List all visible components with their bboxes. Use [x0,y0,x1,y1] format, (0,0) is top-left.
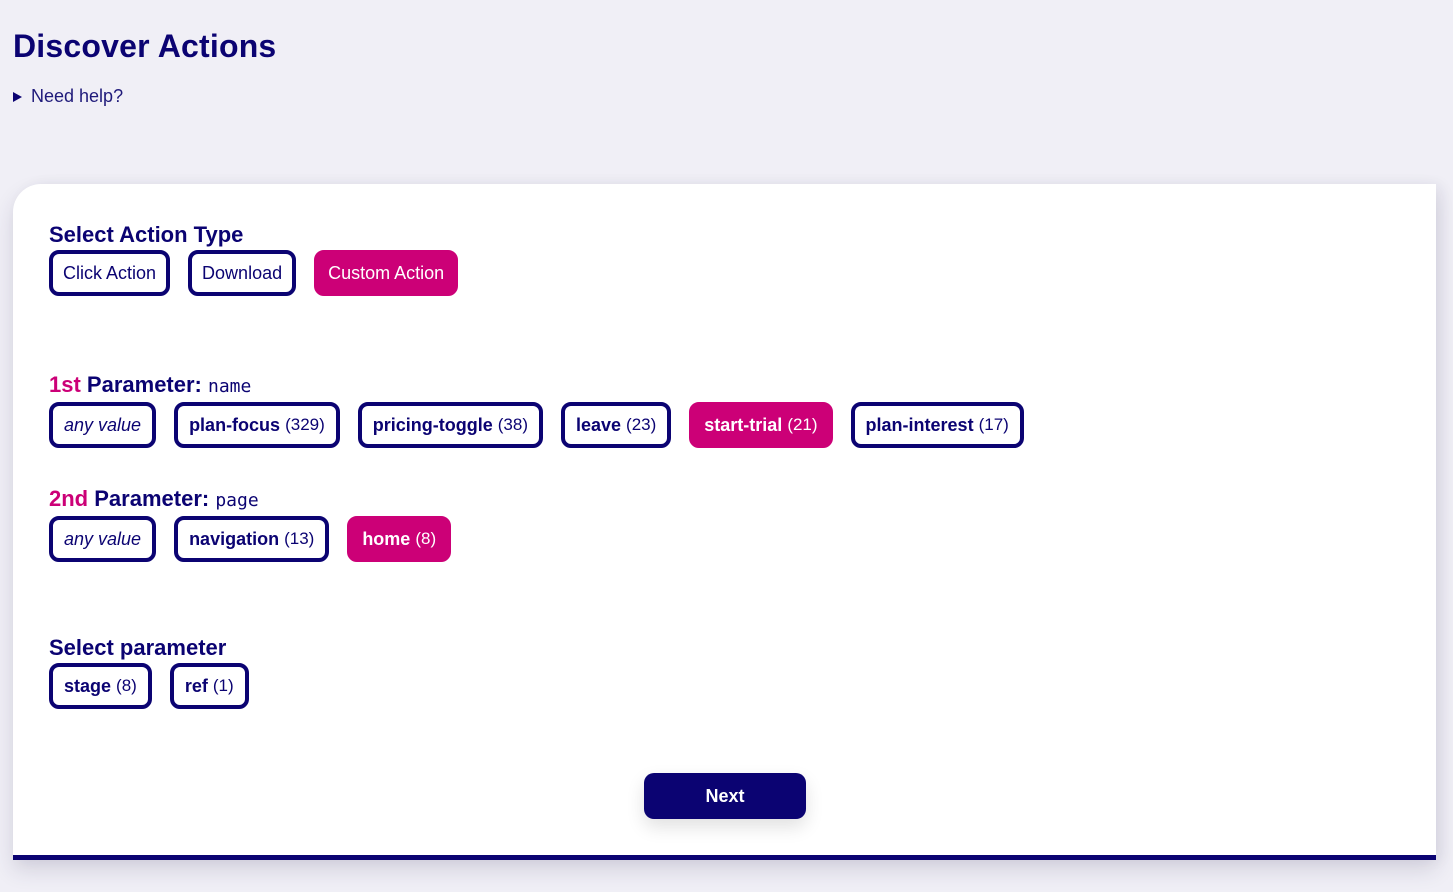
action-type-download-label: Download [202,262,283,283]
select-parameter-section: Select parameter stage (8) ref (1) [49,635,249,709]
select-parameter-options: stage (8) ref (1) [49,663,249,709]
option-count: (8) [415,529,437,548]
parameter-option[interactable]: ref (1) [169,663,249,709]
disclosure-triangle-icon [13,91,22,102]
action-type-custom-label: Custom Action [328,262,445,283]
action-type-custom[interactable]: Custom Action [314,250,459,296]
action-type-options: Click Action Download Custom Action [49,250,459,296]
need-help-toggle[interactable]: Need help? [13,86,123,107]
param1-ordinal: 1st [49,372,81,397]
option-label: navigation [189,528,280,549]
any-value-label: any value [64,528,142,549]
param1-option[interactable]: pricing-toggle (38) [357,402,543,448]
option-label: leave [576,414,622,435]
parameter-option[interactable]: stage (8) [49,663,152,709]
param2-ordinal: 2nd [49,486,89,511]
param1-heading: Parameter: [86,372,202,397]
param1-any-value[interactable]: any value [49,402,157,448]
option-count: (17) [978,415,1009,434]
action-type-title: Select Action Type [49,222,244,247]
action-builder-card: Select Action Type Click Action Download… [13,184,1436,860]
option-count: (329) [285,415,325,434]
param2-option[interactable]: navigation (13) [174,516,330,562]
action-type-click[interactable]: Click Action [49,250,171,296]
page-title: Discover Actions [13,28,277,64]
next-button[interactable]: Next [644,773,806,819]
param2-name: page [215,490,259,511]
param2-title: 2nd Parameter: page [49,486,451,514]
action-type-download[interactable]: Download [188,250,297,296]
action-type-section: Select Action Type Click Action Download… [49,222,459,296]
need-help-label: Need help? [31,86,124,106]
param2-section: 2nd Parameter: page any value navigation… [49,486,452,562]
option-label: pricing-toggle [372,414,493,435]
param1-option[interactable]: plan-focus (329) [174,402,340,448]
select-parameter-title: Select parameter [49,635,227,660]
param1-title: 1st Parameter: name [49,372,1024,400]
param1-options: any value plan-focus (329) pricing-toggl… [49,402,1024,448]
param2-any-value[interactable]: any value [49,516,157,562]
param1-name: name [208,376,252,397]
param2-options: any value navigation (13) home (8) [49,516,452,562]
option-count: (1) [212,676,234,695]
param2-heading: Parameter: [94,486,210,511]
action-type-click-label: Click Action [63,262,157,283]
option-label: home [362,528,411,549]
param1-option[interactable]: plan-interest (17) [850,402,1024,448]
param2-option-selected[interactable]: home (8) [347,516,452,562]
option-label: plan-focus [189,414,281,435]
param1-section: 1st Parameter: name any value plan-focus… [49,372,1024,448]
option-label: start-trial [704,414,783,435]
any-value-label: any value [64,414,142,435]
option-label: stage [64,675,112,696]
option-count: (8) [116,676,137,695]
option-count: (23) [626,415,657,434]
param1-option-selected[interactable]: start-trial (21) [689,402,833,448]
param1-option[interactable]: leave (23) [561,402,672,448]
option-count: (38) [497,415,528,434]
option-count: (21) [787,415,818,434]
option-label: ref [184,675,208,696]
option-count: (13) [284,529,315,548]
option-label: plan-interest [865,414,974,435]
